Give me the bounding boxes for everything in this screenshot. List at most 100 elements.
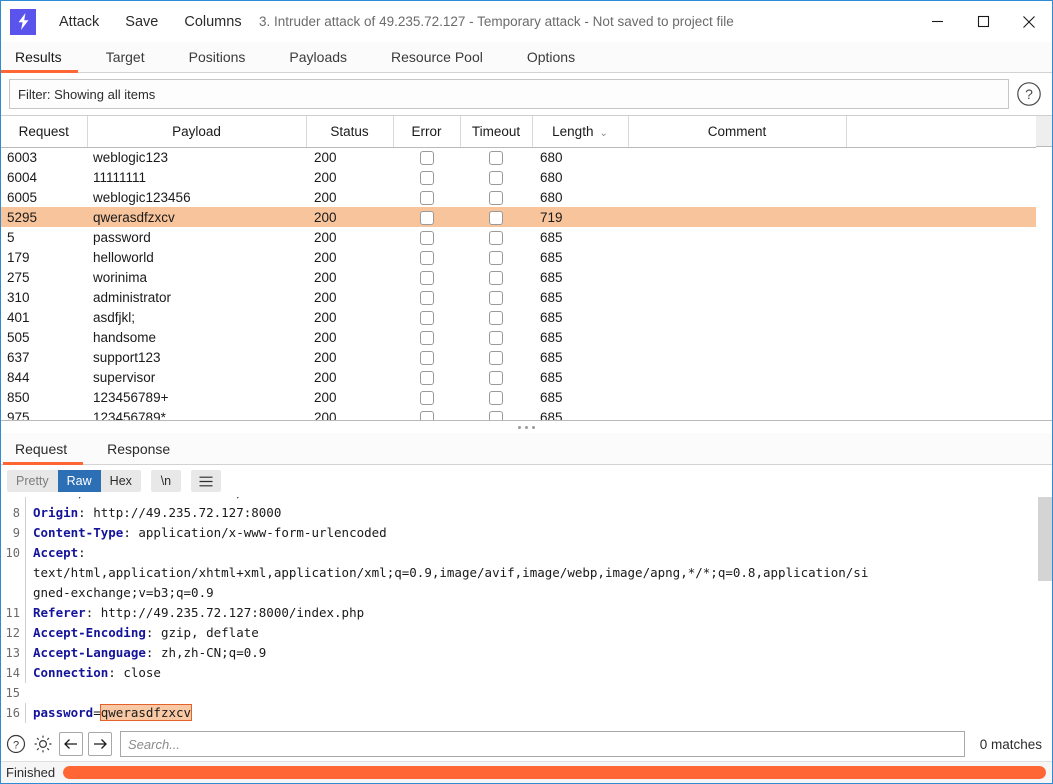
error-checkbox[interactable] xyxy=(419,150,434,165)
error-checkbox[interactable] xyxy=(419,410,434,420)
table-row[interactable]: 275 worinima 200 685 xyxy=(1,267,1036,287)
raw-button[interactable]: Raw xyxy=(57,470,101,492)
cell-timeout[interactable] xyxy=(460,407,532,420)
cell-error[interactable] xyxy=(393,267,460,287)
tab-request[interactable]: Request xyxy=(1,433,87,465)
help-circle-icon[interactable]: ? xyxy=(5,733,27,755)
error-checkbox[interactable] xyxy=(419,310,434,325)
cell-timeout[interactable] xyxy=(460,387,532,407)
tab-response[interactable]: Response xyxy=(87,433,190,464)
tab-resource-pool[interactable]: Resource Pool xyxy=(369,42,505,72)
tab-options[interactable]: Options xyxy=(505,42,597,72)
panel-splitter[interactable] xyxy=(1,420,1052,433)
cell-error[interactable] xyxy=(393,147,460,167)
gear-icon[interactable] xyxy=(32,733,54,755)
cell-error[interactable] xyxy=(393,347,460,367)
timeout-checkbox[interactable] xyxy=(489,210,503,225)
cell-timeout[interactable] xyxy=(460,267,532,287)
cell-error[interactable] xyxy=(393,227,460,247)
cell-error[interactable] xyxy=(393,307,460,327)
search-next-button[interactable] xyxy=(88,732,112,756)
editor-scroll-thumb[interactable] xyxy=(1038,497,1052,581)
table-row[interactable]: 401 asdfjkl; 200 685 xyxy=(1,307,1036,327)
filter-bar[interactable]: Filter: Showing all items xyxy=(9,79,1009,109)
table-row[interactable]: 6003 weblogic123 200 680 xyxy=(1,147,1036,167)
column-header-blank[interactable] xyxy=(846,116,1036,148)
timeout-checkbox[interactable] xyxy=(489,370,503,385)
newline-button[interactable]: \n xyxy=(150,470,181,492)
pretty-button[interactable]: Pretty xyxy=(7,470,58,492)
timeout-checkbox[interactable] xyxy=(489,270,503,285)
results-table-container[interactable]: Request Payload Status Error Timeout Len… xyxy=(1,115,1052,420)
timeout-checkbox[interactable] xyxy=(489,190,503,205)
table-row[interactable]: 179 helloworld 200 685 xyxy=(1,247,1036,267)
column-header-comment[interactable]: Comment xyxy=(628,116,847,148)
search-input[interactable]: Search... xyxy=(120,731,965,757)
cell-error[interactable] xyxy=(393,387,460,407)
cell-error[interactable] xyxy=(393,287,460,307)
minimize-icon[interactable] xyxy=(914,1,960,42)
hamburger-icon[interactable] xyxy=(190,470,221,492)
error-checkbox[interactable] xyxy=(419,370,434,385)
cell-error[interactable] xyxy=(393,247,460,267)
cell-timeout[interactable] xyxy=(460,287,532,307)
timeout-checkbox[interactable] xyxy=(489,230,503,245)
column-header-request[interactable]: Request xyxy=(1,116,88,148)
request-editor[interactable]: Chrome/96.0.4664.110 Safari/537.36 8 Origi… xyxy=(1,497,1052,727)
search-prev-button[interactable] xyxy=(59,732,83,756)
error-checkbox[interactable] xyxy=(419,250,434,265)
tab-positions[interactable]: Positions xyxy=(167,42,268,72)
timeout-checkbox[interactable] xyxy=(489,330,503,345)
cell-timeout[interactable] xyxy=(460,227,532,247)
table-row[interactable]: 637 support123 200 685 xyxy=(1,347,1036,367)
cell-timeout[interactable] xyxy=(460,367,532,387)
cell-timeout[interactable] xyxy=(460,207,532,227)
error-checkbox[interactable] xyxy=(419,230,434,245)
tab-payloads[interactable]: Payloads xyxy=(267,42,369,72)
cell-error[interactable] xyxy=(393,367,460,387)
timeout-checkbox[interactable] xyxy=(489,170,503,185)
table-row[interactable]: 975 123456789* 200 685 xyxy=(1,407,1036,420)
table-row[interactable]: 844 supervisor 200 685 xyxy=(1,367,1036,387)
menu-attack[interactable]: Attack xyxy=(48,11,110,33)
cell-error[interactable] xyxy=(393,327,460,347)
cell-error[interactable] xyxy=(393,407,460,420)
timeout-checkbox[interactable] xyxy=(489,350,503,365)
table-row[interactable]: 6004 11111111 200 680 xyxy=(1,167,1036,187)
cell-timeout[interactable] xyxy=(460,327,532,347)
cell-timeout[interactable] xyxy=(460,167,532,187)
cell-timeout[interactable] xyxy=(460,147,532,167)
error-checkbox[interactable] xyxy=(419,190,434,205)
error-checkbox[interactable] xyxy=(419,210,434,225)
column-header-length[interactable]: Length ⌄ xyxy=(532,116,629,148)
tab-results[interactable]: Results xyxy=(1,42,84,73)
table-row[interactable]: 5295 qwerasdfzxcv 200 719 xyxy=(1,207,1036,227)
timeout-checkbox[interactable] xyxy=(489,390,503,405)
tab-target[interactable]: Target xyxy=(84,42,167,72)
table-row[interactable]: 310 administrator 200 685 xyxy=(1,287,1036,307)
cell-timeout[interactable] xyxy=(460,187,532,207)
timeout-checkbox[interactable] xyxy=(489,310,503,325)
menu-columns[interactable]: Columns xyxy=(173,11,252,33)
timeout-checkbox[interactable] xyxy=(489,410,503,420)
cell-error[interactable] xyxy=(393,187,460,207)
column-header-error[interactable]: Error xyxy=(393,116,461,148)
table-row[interactable]: 6005 weblogic123456 200 680 xyxy=(1,187,1036,207)
column-header-payload[interactable]: Payload xyxy=(87,116,307,148)
close-icon[interactable] xyxy=(1006,1,1052,42)
table-row[interactable]: 850 123456789+ 200 685 xyxy=(1,387,1036,407)
cell-timeout[interactable] xyxy=(460,247,532,267)
cell-error[interactable] xyxy=(393,167,460,187)
menu-save[interactable]: Save xyxy=(114,11,169,33)
maximize-icon[interactable] xyxy=(960,1,1006,42)
cell-error[interactable] xyxy=(393,207,460,227)
error-checkbox[interactable] xyxy=(419,390,434,405)
cell-timeout[interactable] xyxy=(460,307,532,327)
timeout-checkbox[interactable] xyxy=(489,150,503,165)
error-checkbox[interactable] xyxy=(419,350,434,365)
hex-button[interactable]: Hex xyxy=(100,470,141,492)
column-header-status[interactable]: Status xyxy=(306,116,394,148)
error-checkbox[interactable] xyxy=(419,290,434,305)
timeout-checkbox[interactable] xyxy=(489,250,503,265)
help-circle-icon[interactable]: ? xyxy=(1015,80,1043,108)
